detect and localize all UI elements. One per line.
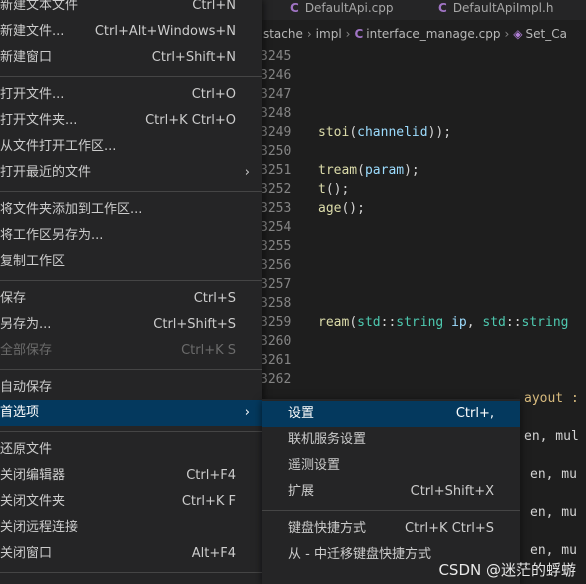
- code-fragment: en, mul: [524, 429, 579, 444]
- code-fragment: en, mu: [530, 543, 577, 558]
- tab-defaultapi-cpp[interactable]: C DefaultApi.cpp: [290, 0, 393, 20]
- menu-save-as[interactable]: 另存为... Ctrl+Shift+S: [0, 312, 262, 338]
- menu-save[interactable]: 保存 Ctrl+S: [0, 286, 262, 312]
- line-number: 3251: [260, 163, 292, 178]
- line-number: 3257: [260, 277, 292, 292]
- cpp-file-icon: C: [290, 1, 299, 15]
- menu-close-editor[interactable]: 关闭编辑器 Ctrl+F4: [0, 463, 262, 489]
- line-number: 3260: [260, 334, 292, 349]
- menu-open-workspace-from-file[interactable]: 从文件打开工作区...: [0, 134, 262, 160]
- chevron-right-icon: ›: [306, 27, 312, 41]
- chevron-right-icon: ›: [244, 165, 250, 180]
- line-number: 3253: [260, 201, 292, 216]
- code-line[interactable]: ream(std::string ip, std::string: [318, 313, 569, 332]
- menu-separator: [262, 510, 520, 511]
- line-number: 3248: [260, 106, 292, 121]
- breadcrumb-impl[interactable]: impl: [316, 27, 342, 41]
- submenu-extensions[interactable]: 扩展 Ctrl+Shift+X: [262, 479, 520, 505]
- line-number: 3252: [260, 182, 292, 197]
- menu-separator: [0, 369, 262, 370]
- line-number: 3256: [260, 258, 292, 273]
- breadcrumb-file[interactable]: interface_manage.cpp: [366, 27, 500, 41]
- breadcrumb-symbol[interactable]: Set_Ca: [526, 27, 567, 41]
- tab-defaultapiimpl-h[interactable]: C DefaultApiImpl.h: [438, 0, 553, 20]
- menu-open-recent[interactable]: 打开最近的文件 ›: [0, 160, 262, 186]
- line-number: 3262: [260, 372, 292, 387]
- code-fragment: en, mu: [530, 505, 577, 520]
- menu-add-folder-to-workspace[interactable]: 将文件夹添加到工作区...: [0, 197, 262, 223]
- line-number: 3255: [260, 239, 292, 254]
- code-line[interactable]: tream(param);: [318, 161, 420, 180]
- menu-separator: [0, 280, 262, 281]
- submenu-online-services-settings[interactable]: 联机服务设置: [262, 427, 520, 453]
- file-menu: 新建文本文件 Ctrl+N 新建文件... Ctrl+Alt+Windows+N 新…: [0, 0, 262, 584]
- line-number: 3246: [260, 68, 292, 83]
- header-file-icon: C: [438, 1, 447, 15]
- menu-save-all: 全部保存 Ctrl+K S: [0, 343, 236, 358]
- menu-close-folder[interactable]: 关闭文件夹 Ctrl+K F: [0, 489, 262, 515]
- watermark: CSDN @迷茫的蜉蝣: [438, 561, 576, 579]
- line-number: 3249: [260, 125, 292, 140]
- breadcrumb: pistache › impl › Cinterface_manage.cpp › ◈ Set…: [252, 22, 586, 46]
- cube-icon: ◈: [513, 27, 523, 41]
- editor-tabs: C DefaultApi.cpp C DefaultApiImpl.h: [252, 0, 586, 20]
- line-number: 3247: [260, 87, 292, 102]
- menu-separator: [0, 191, 262, 192]
- code-line[interactable]: t();: [318, 180, 349, 199]
- line-number: 3258: [260, 296, 292, 311]
- menu-open-folder[interactable]: 打开文件夹... Ctrl+K Ctrl+O: [0, 108, 262, 134]
- menu-separator: [0, 572, 262, 573]
- code-fragment: ayout :: [524, 391, 579, 406]
- menu-separator: [0, 76, 262, 77]
- menu-save-workspace-as[interactable]: 将工作区另存为...: [0, 223, 262, 249]
- line-number: 3254: [260, 220, 292, 235]
- menu-open-file[interactable]: 打开文件... Ctrl+O: [0, 82, 262, 108]
- menu-close-remote-connection[interactable]: 关闭远程连接: [0, 515, 262, 541]
- menu-preferences[interactable]: 首选项 ›: [0, 400, 262, 426]
- line-number: 3250: [260, 144, 292, 159]
- cpp-file-icon: C: [354, 27, 364, 41]
- submenu-telemetry-settings[interactable]: 遥测设置: [262, 453, 520, 479]
- menu-close-window[interactable]: 关闭窗口 Alt+F4: [0, 541, 262, 567]
- preferences-submenu: 设置 Ctrl+, 联机服务设置 遥测设置 扩展 Ctrl+Shift+X 键盘快捷…: [262, 399, 520, 584]
- menu-separator: [0, 431, 262, 432]
- line-number: 3245: [260, 49, 292, 64]
- line-number: 3261: [260, 353, 292, 368]
- menu-duplicate-workspace[interactable]: 复制工作区: [0, 249, 262, 275]
- submenu-keyboard-shortcuts[interactable]: 键盘快捷方式 Ctrl+K Ctrl+S: [262, 516, 520, 542]
- menu-auto-save[interactable]: 自动保存: [0, 375, 262, 401]
- code-line[interactable]: age();: [318, 199, 365, 218]
- menu-new-text-file[interactable]: 新建文本文件 Ctrl+N: [0, 0, 262, 19]
- line-number: 3259: [260, 315, 292, 330]
- chevron-right-icon: ›: [244, 405, 250, 420]
- menu-new-window[interactable]: 新建窗口 Ctrl+Shift+N: [0, 45, 262, 71]
- chevron-right-icon: ›: [345, 27, 351, 41]
- menu-new-file[interactable]: 新建文件... Ctrl+Alt+Windows+N: [0, 19, 262, 45]
- code-line[interactable]: stoi(channelid));: [318, 123, 451, 142]
- menu-revert-file[interactable]: 还原文件: [0, 437, 262, 463]
- chevron-right-icon: ›: [504, 27, 510, 41]
- code-fragment: en, mu: [530, 467, 577, 482]
- submenu-settings[interactable]: 设置 Ctrl+,: [262, 401, 520, 427]
